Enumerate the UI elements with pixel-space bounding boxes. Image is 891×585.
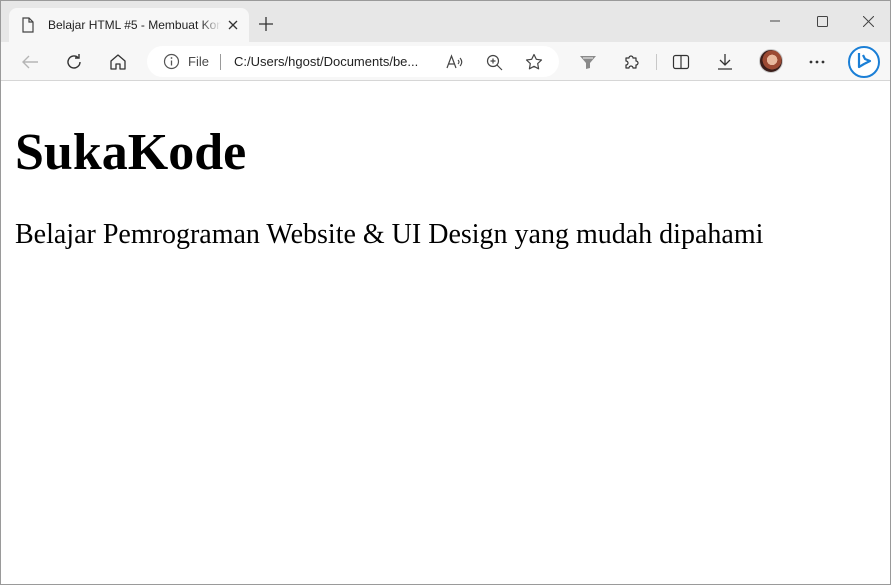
filter-button[interactable] <box>576 50 600 74</box>
download-icon <box>717 53 733 71</box>
extensions-button[interactable] <box>620 50 644 74</box>
close-icon <box>862 15 874 27</box>
address-bar[interactable]: File C:/Users/hgost/Documents/be... <box>147 46 559 77</box>
filter-icon <box>579 54 597 70</box>
minimize-icon <box>770 16 780 26</box>
maximize-icon <box>816 15 828 27</box>
more-button[interactable] <box>805 50 829 74</box>
plus-icon <box>259 17 273 31</box>
url-text[interactable]: C:/Users/hgost/Documents/be... <box>234 54 418 69</box>
page-icon <box>21 17 35 33</box>
page-subtitle: Belajar Pemrograman Website & UI Design … <box>15 219 764 250</box>
refresh-icon <box>65 53 83 71</box>
page-heading: SukaKode <box>15 124 247 181</box>
minimize-button[interactable] <box>763 9 787 33</box>
refresh-button[interactable] <box>62 50 86 74</box>
maximize-button[interactable] <box>810 9 834 33</box>
split-screen-icon <box>672 54 690 70</box>
tab-title: Belajar HTML #5 - Membuat Konten <box>48 18 221 32</box>
window-close-button[interactable] <box>856 9 880 33</box>
download-button[interactable] <box>713 50 737 74</box>
back-button[interactable] <box>18 50 42 74</box>
profile-avatar[interactable] <box>759 49 783 73</box>
home-icon <box>109 53 127 71</box>
browser-window: Belajar HTML #5 - Membuat Konten File C:… <box>0 0 891 585</box>
more-icon <box>809 60 825 64</box>
toolbar-divider <box>656 54 657 70</box>
back-arrow-icon <box>21 54 39 70</box>
close-icon[interactable] <box>225 17 241 33</box>
tab-active[interactable]: Belajar HTML #5 - Membuat Konten <box>9 8 249 42</box>
split-screen-button[interactable] <box>669 50 693 74</box>
copilot-icon <box>855 52 873 72</box>
scheme-label: File <box>188 54 209 69</box>
new-tab-button[interactable] <box>256 14 276 34</box>
zoom-icon[interactable] <box>485 53 503 71</box>
extensions-icon <box>623 53 641 71</box>
tab-strip: Belajar HTML #5 - Membuat Konten <box>1 1 890 42</box>
copilot-button[interactable] <box>848 46 880 78</box>
read-aloud-icon[interactable] <box>446 53 464 71</box>
address-separator <box>220 54 221 70</box>
browser-toolbar: File C:/Users/hgost/Documents/be... <box>1 42 890 81</box>
page-content: SukaKode Belajar Pemrograman Website & U… <box>1 81 890 584</box>
star-icon[interactable] <box>525 53 543 71</box>
info-icon[interactable] <box>163 53 180 70</box>
home-button[interactable] <box>106 50 130 74</box>
